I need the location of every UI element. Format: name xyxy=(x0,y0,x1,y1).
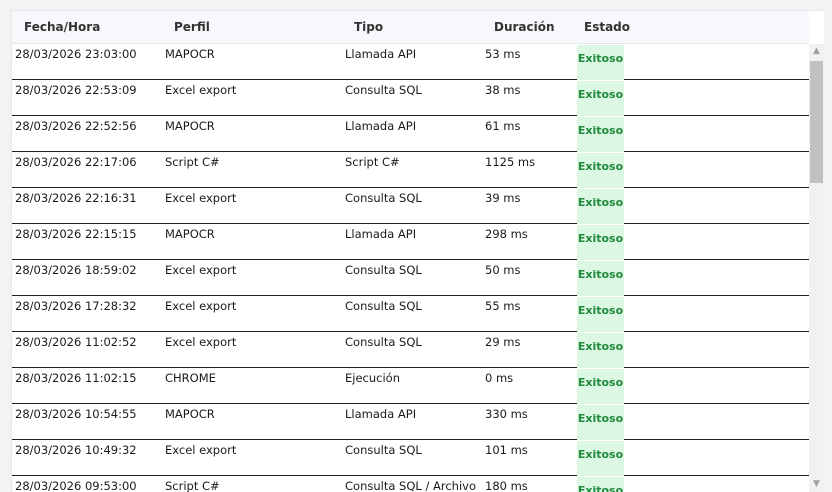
cell-duracion: 101 ms xyxy=(485,443,528,457)
status-badge: Exitoso xyxy=(577,153,624,188)
table-row[interactable]: 28/03/2026 22:15:15 MAPOCR Llamada API 298 … xyxy=(12,224,809,260)
table-row[interactable]: 28/03/2026 22:16:31 Excel export Consulta … xyxy=(12,188,809,224)
cell-tipo: Consulta SQL xyxy=(345,299,422,313)
table-row[interactable]: 28/03/2026 18:59:02 Excel export Consulta … xyxy=(12,260,809,296)
status-badge: Exitoso xyxy=(577,225,624,260)
cell-tipo: Consulta SQL xyxy=(345,83,422,97)
cell-fecha: 28/03/2026 17:28:32 xyxy=(15,299,137,313)
cell-perfil: MAPOCR xyxy=(165,407,215,421)
status-badge: Exitoso xyxy=(577,333,624,368)
cell-perfil: MAPOCR xyxy=(165,227,215,241)
cell-fecha: 28/03/2026 23:03:00 xyxy=(15,47,137,61)
cell-duracion: 61 ms xyxy=(485,119,521,133)
column-header-duracion[interactable]: Duración xyxy=(494,20,555,34)
status-badge: Exitoso xyxy=(577,261,624,296)
log-grid: Fecha/Hora Perfil Tipo Duración Estado 2… xyxy=(11,10,824,492)
cell-fecha: 28/03/2026 09:53:00 xyxy=(15,479,137,492)
chevron-down-icon[interactable]: ▼ xyxy=(809,477,824,492)
table-row[interactable]: 28/03/2026 22:53:09 Excel export Consulta … xyxy=(12,80,809,116)
status-badge: Exitoso xyxy=(577,117,624,152)
cell-tipo: Consulta SQL xyxy=(345,191,422,205)
table-row[interactable]: 28/03/2026 10:54:55 MAPOCR Llamada API 330 … xyxy=(12,404,809,440)
cell-fecha: 28/03/2026 10:49:32 xyxy=(15,443,137,457)
grid-header: Fecha/Hora Perfil Tipo Duración Estado xyxy=(12,11,809,44)
cell-duracion: 38 ms xyxy=(485,83,521,97)
cell-perfil: MAPOCR xyxy=(165,47,215,61)
status-badge: Exitoso xyxy=(577,45,624,80)
cell-tipo: Script C# xyxy=(345,155,400,169)
column-header-estado[interactable]: Estado xyxy=(584,20,630,34)
cell-duracion: 298 ms xyxy=(485,227,528,241)
cell-tipo: Ejecución xyxy=(345,371,400,385)
cell-tipo: Consulta SQL / Archivo xyxy=(345,479,476,492)
cell-perfil: Script C# xyxy=(165,155,220,169)
grid-rows: 28/03/2026 23:03:00 MAPOCR Llamada API 53 m… xyxy=(12,44,809,492)
cell-duracion: 1125 ms xyxy=(485,155,536,169)
status-badge: Exitoso xyxy=(577,369,624,404)
cell-perfil: Excel export xyxy=(165,299,237,313)
status-badge: Exitoso xyxy=(577,297,624,332)
column-header-fecha[interactable]: Fecha/Hora xyxy=(24,20,100,34)
cell-fecha: 28/03/2026 22:17:06 xyxy=(15,155,137,169)
cell-tipo: Consulta SQL xyxy=(345,443,422,457)
cell-perfil: Excel export xyxy=(165,443,237,457)
cell-fecha: 28/03/2026 11:02:52 xyxy=(15,335,137,349)
cell-tipo: Llamada API xyxy=(345,47,417,61)
table-row[interactable]: 28/03/2026 22:52:56 MAPOCR Llamada API 61 m… xyxy=(12,116,809,152)
table-row[interactable]: 28/03/2026 23:03:00 MAPOCR Llamada API 53 m… xyxy=(12,44,809,80)
column-header-perfil[interactable]: Perfil xyxy=(174,20,210,34)
cell-perfil: MAPOCR xyxy=(165,119,215,133)
cell-tipo: Llamada API xyxy=(345,407,417,421)
table-row[interactable]: 28/03/2026 11:02:15 CHROME Ejecución 0 ms Ex… xyxy=(12,368,809,404)
cell-duracion: 29 ms xyxy=(485,335,521,349)
cell-duracion: 53 ms xyxy=(485,47,521,61)
cell-perfil: Excel export xyxy=(165,263,237,277)
table-row[interactable]: 28/03/2026 10:49:32 Excel export Consulta … xyxy=(12,440,809,476)
status-badge: Exitoso xyxy=(577,405,624,440)
cell-duracion: 0 ms xyxy=(485,371,514,385)
cell-duracion: 50 ms xyxy=(485,263,521,277)
vertical-scrollbar[interactable]: ▲ ▼ xyxy=(809,44,824,492)
cell-fecha: 28/03/2026 10:54:55 xyxy=(15,407,137,421)
cell-duracion: 55 ms xyxy=(485,299,521,313)
cell-tipo: Consulta SQL xyxy=(345,263,422,277)
cell-tipo: Consulta SQL xyxy=(345,335,422,349)
cell-fecha: 28/03/2026 18:59:02 xyxy=(15,263,137,277)
status-badge: Exitoso xyxy=(577,477,624,492)
table-row[interactable]: 28/03/2026 17:28:32 Excel export Consulta … xyxy=(12,296,809,332)
chevron-up-icon[interactable]: ▲ xyxy=(809,44,824,59)
cell-duracion: 180 ms xyxy=(485,479,528,492)
cell-perfil: Script C# xyxy=(165,479,220,492)
table-row[interactable]: 28/03/2026 09:53:00 Script C# Consulta SQL… xyxy=(12,476,809,492)
cell-duracion: 39 ms xyxy=(485,191,521,205)
status-badge: Exitoso xyxy=(577,81,624,116)
cell-fecha: 28/03/2026 22:52:56 xyxy=(15,119,137,133)
table-row[interactable]: 28/03/2026 11:02:52 Excel export Consulta … xyxy=(12,332,809,368)
cell-tipo: Llamada API xyxy=(345,119,417,133)
cell-perfil: Excel export xyxy=(165,83,237,97)
cell-tipo: Llamada API xyxy=(345,227,417,241)
cell-fecha: 28/03/2026 22:15:15 xyxy=(15,227,137,241)
status-badge: Exitoso xyxy=(577,441,624,476)
cell-duracion: 330 ms xyxy=(485,407,528,421)
table-row[interactable]: 28/03/2026 22:17:06 Script C# Script C# 112… xyxy=(12,152,809,188)
cell-perfil: CHROME xyxy=(165,371,216,385)
cell-fecha: 28/03/2026 22:53:09 xyxy=(15,83,137,97)
status-badge: Exitoso xyxy=(577,189,624,224)
scrollbar-thumb[interactable] xyxy=(810,61,823,183)
cell-perfil: Excel export xyxy=(165,191,237,205)
cell-fecha: 28/03/2026 22:16:31 xyxy=(15,191,137,205)
cell-fecha: 28/03/2026 11:02:15 xyxy=(15,371,137,385)
column-header-tipo[interactable]: Tipo xyxy=(354,20,383,34)
cell-perfil: Excel export xyxy=(165,335,237,349)
